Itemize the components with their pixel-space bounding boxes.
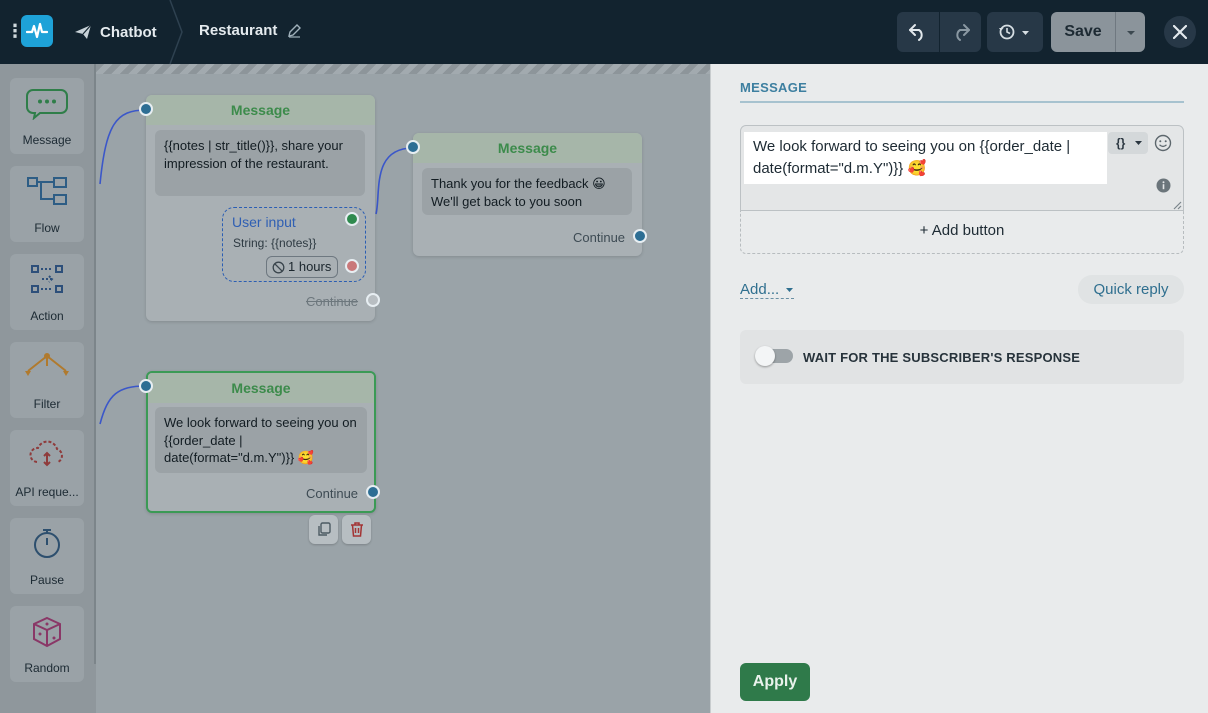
sidebar-item-filter[interactable]: Filter bbox=[10, 342, 84, 418]
dice-icon bbox=[33, 616, 61, 648]
redo-icon bbox=[956, 24, 970, 41]
input-timeout-port[interactable] bbox=[345, 259, 359, 273]
add-menu-label: Add... bbox=[740, 281, 780, 298]
sidebar-item-label: Random bbox=[24, 661, 70, 675]
undo-icon bbox=[909, 24, 923, 41]
chevron-down-icon bbox=[786, 288, 794, 293]
continue-port[interactable] bbox=[366, 485, 380, 499]
sidebar-item-pause[interactable]: Pause bbox=[10, 518, 84, 594]
apply-button[interactable]: Apply bbox=[740, 663, 810, 701]
duplicate-node-button[interactable] bbox=[309, 515, 338, 544]
chevron-down-icon bbox=[1127, 31, 1135, 35]
block-icon bbox=[272, 261, 285, 274]
sidebar-item-flow[interactable]: Flow bbox=[10, 166, 84, 242]
continue-label: Continue bbox=[306, 294, 359, 309]
close-button[interactable] bbox=[1164, 16, 1196, 48]
message-bubble: Thank you for the feedback 😀 We'll get b… bbox=[422, 168, 632, 215]
message-bubble: We look forward to seeing you on {{order… bbox=[155, 407, 367, 473]
continue-port[interactable] bbox=[366, 293, 380, 307]
continue-port[interactable] bbox=[633, 229, 647, 243]
breadcrumb-chatbot[interactable]: Chatbot bbox=[74, 22, 157, 42]
info-icon[interactable] bbox=[1156, 178, 1171, 193]
save-button[interactable]: Save bbox=[1051, 12, 1115, 52]
node-header: Message bbox=[148, 373, 374, 403]
user-input-type: String: {{notes}} bbox=[233, 236, 317, 250]
action-icon bbox=[31, 265, 63, 293]
message-textarea[interactable]: We look forward to seeing you on {{order… bbox=[744, 132, 1107, 184]
insert-variable-button[interactable]: {} bbox=[1108, 132, 1148, 154]
sidebar-item-label: Action bbox=[30, 309, 64, 323]
tab-message[interactable]: MESSAGE bbox=[740, 80, 807, 95]
copy-icon bbox=[318, 522, 331, 536]
save-button-group: Save bbox=[1051, 12, 1145, 52]
pencil-icon[interactable] bbox=[287, 23, 302, 38]
variable-braces: {} bbox=[1116, 136, 1126, 150]
node-header: Message bbox=[413, 133, 642, 163]
quick-reply-button[interactable]: Quick reply bbox=[1078, 275, 1184, 304]
chat-bubble-icon bbox=[26, 89, 68, 120]
sidebar-item-action[interactable]: Action bbox=[10, 254, 84, 330]
sidebar-item-api-request[interactable]: API reque... bbox=[10, 430, 84, 506]
element-palette: Message Flow Action Filter API reque... … bbox=[0, 64, 96, 713]
history-icon bbox=[999, 24, 1029, 40]
paper-plane-icon bbox=[75, 24, 92, 39]
message-settings-panel: MESSAGE We look forward to seeing you on… bbox=[710, 64, 1208, 713]
user-input-title: User input bbox=[232, 214, 296, 230]
input-port[interactable] bbox=[406, 140, 420, 154]
wait-response-toggle[interactable] bbox=[755, 346, 793, 366]
message-bubble: {{notes | str_title()}}, share your impr… bbox=[155, 130, 365, 196]
sidebar-item-message[interactable]: Message bbox=[10, 78, 84, 154]
app-logo-icon[interactable] bbox=[21, 15, 53, 47]
breadcrumb-label: Chatbot bbox=[100, 23, 157, 41]
input-success-port[interactable] bbox=[345, 212, 359, 226]
stopwatch-icon bbox=[34, 529, 60, 558]
timeout-value: 1 hours bbox=[288, 259, 332, 274]
save-options-dropdown[interactable] bbox=[1115, 12, 1145, 52]
continue-label: Continue bbox=[306, 486, 359, 501]
redo-button[interactable] bbox=[940, 12, 981, 52]
sidebar-item-random[interactable]: Random bbox=[10, 606, 84, 682]
page-title: Restaurant bbox=[199, 22, 302, 39]
top-bar: ⋮ Chatbot Restaurant Save bbox=[0, 0, 1208, 64]
api-cloud-icon bbox=[29, 440, 63, 467]
node-header: Message bbox=[146, 95, 375, 125]
sidebar-item-label: Pause bbox=[29, 573, 65, 587]
sidebar-item-label: API reque... bbox=[15, 485, 79, 499]
more-vertical-icon[interactable]: ⋮ bbox=[6, 22, 24, 40]
message-editor[interactable]: We look forward to seeing you on {{order… bbox=[740, 125, 1184, 211]
close-icon bbox=[1173, 25, 1187, 39]
user-input-block[interactable]: User input String: {{notes}} 1 hours bbox=[222, 207, 366, 282]
emoji-icon[interactable] bbox=[1154, 134, 1172, 152]
message-node-3[interactable]: Message We look forward to seeing you on… bbox=[139, 371, 380, 513]
continue-label: Continue bbox=[573, 230, 626, 245]
message-node-1[interactable]: Message {{notes | str_title()}}, share y… bbox=[139, 95, 380, 321]
wait-response-setting: WAIT FOR THE SUBSCRIBER'S RESPONSE bbox=[740, 330, 1184, 384]
input-port[interactable] bbox=[139, 102, 153, 116]
toggle-knob bbox=[755, 346, 775, 366]
sidebar-item-label: Message bbox=[22, 133, 72, 147]
history-button[interactable] bbox=[987, 12, 1043, 52]
undo-button[interactable] bbox=[897, 12, 939, 52]
chatbot-name: Restaurant bbox=[199, 22, 278, 39]
resize-handle-icon[interactable] bbox=[1172, 200, 1182, 210]
wait-response-label: WAIT FOR THE SUBSCRIBER'S RESPONSE bbox=[803, 350, 1081, 365]
flow-canvas[interactable]: Message {{notes | str_title()}}, share y… bbox=[96, 64, 710, 713]
timeout-badge: 1 hours bbox=[266, 256, 338, 278]
flow-icon bbox=[27, 177, 67, 205]
chevron-down-icon bbox=[1135, 141, 1142, 145]
sidebar-item-label: Filter bbox=[33, 397, 61, 411]
add-button[interactable]: + Add button bbox=[740, 211, 1184, 254]
message-node-2[interactable]: Message Thank you for the feedback 😀 We'… bbox=[406, 133, 647, 256]
tab-underline bbox=[740, 101, 1184, 103]
input-port[interactable] bbox=[139, 379, 153, 393]
sidebar-item-label: Flow bbox=[34, 221, 60, 235]
breadcrumb-separator bbox=[169, 0, 183, 64]
add-menu-dropdown[interactable]: Add... bbox=[740, 281, 795, 299]
delete-node-button[interactable] bbox=[342, 515, 371, 544]
trash-icon bbox=[351, 522, 363, 537]
filter-icon bbox=[25, 353, 69, 376]
